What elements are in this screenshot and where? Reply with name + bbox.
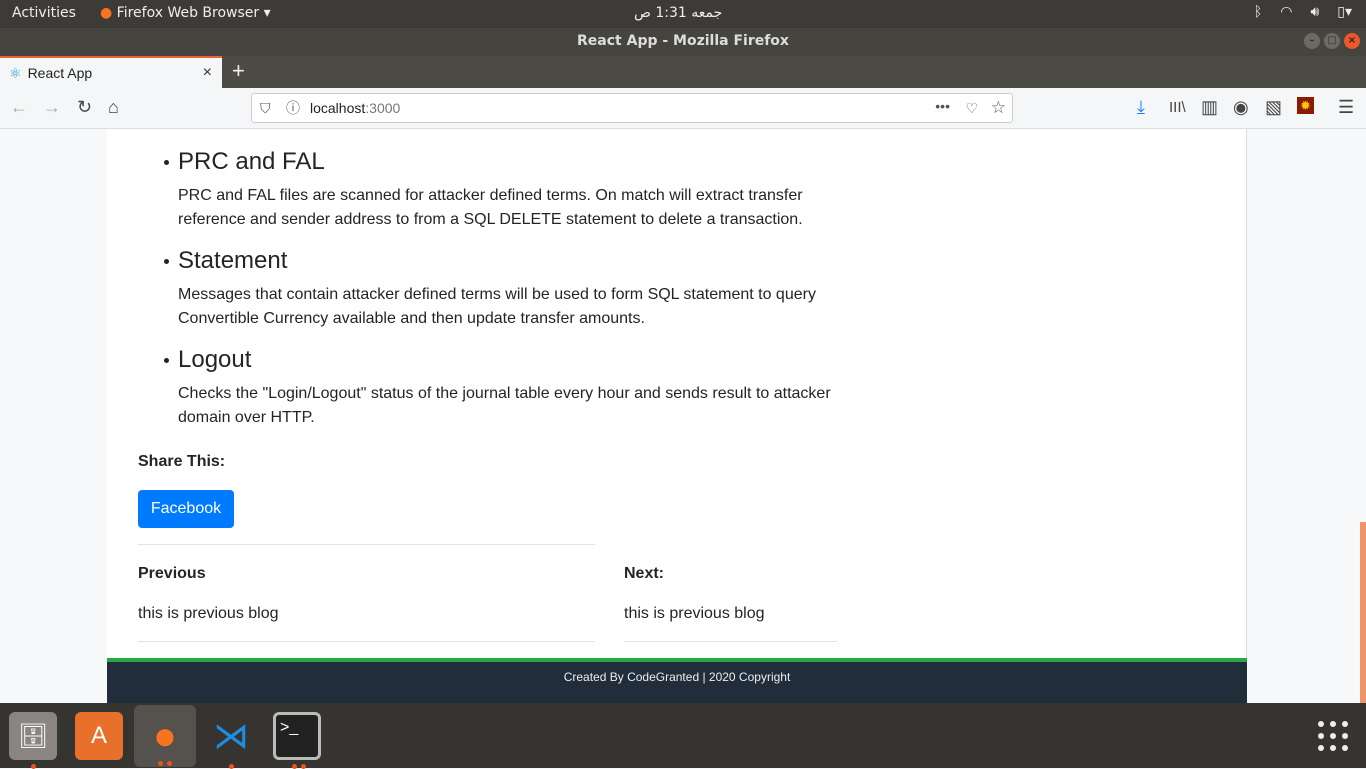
terminal-icon[interactable]: >_: [273, 712, 321, 769]
feature-text: PRC and FAL files are scanned for attack…: [178, 187, 803, 228]
sidebar-icon[interactable]: ▥: [1201, 97, 1218, 118]
footer: Created By CodeGranted | 2020 Copyright: [107, 662, 1247, 703]
wifi-icon[interactable]: ◠: [1280, 4, 1292, 20]
extension-icon[interactable]: ▧: [1265, 97, 1282, 118]
url-port: :3000: [365, 100, 401, 116]
blog-content: PRC and FAL PRC and FAL files are scanned…: [107, 129, 1247, 703]
library-icon[interactable]: III\: [1169, 99, 1186, 116]
menu-icon[interactable]: ☰: [1338, 97, 1354, 118]
share-label: Share This:: [138, 453, 226, 470]
app-menu[interactable]: ● Firefox Web Browser ▾: [100, 5, 271, 21]
maximize-button[interactable]: □: [1324, 33, 1340, 49]
clock[interactable]: جمعه 1:31 ص: [634, 5, 722, 21]
firefox-icon: ●: [100, 5, 113, 21]
system-top-bar: Activities ● Firefox Web Browser ▾ جمعه …: [0, 0, 1366, 28]
software-center-icon[interactable]: A: [75, 712, 123, 760]
feature-item: Statement Messages that contain attacker …: [164, 244, 858, 331]
close-window-button[interactable]: ×: [1344, 33, 1360, 49]
forward-icon[interactable]: →: [43, 97, 61, 118]
feature-text: Messages that contain attacker defined t…: [178, 286, 816, 327]
dock: 🗄︎ A ● ⋊ >_: [0, 703, 1366, 769]
feature-text: Checks the "Login/Logout" status of the …: [178, 385, 831, 426]
window-title: React App - Mozilla Firefox: [577, 33, 789, 49]
next-post-link[interactable]: this is previous blog: [624, 605, 765, 623]
pocket-icon[interactable]: ♡: [965, 94, 978, 122]
feature-item: PRC and FAL PRC and FAL files are scanned…: [164, 145, 858, 232]
divider: [138, 544, 595, 545]
feature-title: Statement: [178, 247, 288, 274]
footer-text: Created By CodeGranted | 2020 Copyright: [563, 670, 791, 684]
battery-icon[interactable]: ▯▾: [1337, 4, 1352, 20]
feature-item: Logout Checks the "Login/Logout" status o…: [164, 343, 858, 430]
vscode-icon[interactable]: ⋊: [207, 712, 255, 769]
show-applications-icon[interactable]: [1318, 721, 1348, 751]
new-tab-button[interactable]: +: [232, 58, 245, 84]
close-tab-icon[interactable]: ×: [203, 64, 212, 82]
scrollbar-thumb[interactable]: [1360, 522, 1366, 703]
facebook-share-button[interactable]: Facebook: [138, 490, 234, 528]
next-label: Next:: [624, 565, 665, 582]
page-viewport: PRC and FAL PRC and FAL files are scanned…: [0, 129, 1366, 703]
shield-icon[interactable]: ⛉: [260, 94, 271, 122]
feature-title: PRC and FAL: [178, 148, 325, 175]
firefox-dock-icon[interactable]: ●: [134, 705, 196, 767]
account-icon[interactable]: ◉: [1233, 97, 1249, 118]
bluetooth-icon[interactable]: ᛒ: [1254, 4, 1262, 20]
feature-list: PRC and FAL PRC and FAL files are scanned…: [164, 145, 858, 442]
tab-label: React App: [27, 65, 93, 81]
downloads-icon[interactable]: ⤓: [1137, 97, 1145, 118]
bookmark-star-icon[interactable]: ☆: [991, 94, 1006, 122]
back-icon[interactable]: ←: [10, 97, 28, 118]
feature-title: Logout: [178, 346, 252, 373]
react-icon: ⚛: [9, 64, 22, 81]
more-icon[interactable]: •••: [935, 92, 950, 120]
extension-gear-icon[interactable]: ✹: [1297, 97, 1314, 114]
divider: [138, 641, 595, 642]
nav-toolbar: ← → ↻ ⌂ ⛉ ⓘ localhost:3000 ••• ♡ ☆ ⤓ III…: [0, 88, 1366, 129]
reload-icon[interactable]: ↻: [77, 97, 92, 118]
activities-button[interactable]: Activities: [12, 5, 76, 21]
files-icon[interactable]: 🗄︎: [9, 712, 57, 769]
minimize-button[interactable]: –: [1304, 33, 1320, 49]
url-host: localhost: [310, 100, 366, 116]
app-menu-label: Firefox Web Browser ▾: [116, 5, 271, 21]
volume-icon[interactable]: 🔊︎: [1310, 4, 1319, 20]
home-icon[interactable]: ⌂: [108, 97, 119, 118]
url-bar[interactable]: ⛉ ⓘ localhost:3000 ••• ♡ ☆: [251, 93, 1013, 123]
tab-bar: ⚛ React App × +: [0, 56, 1366, 88]
divider: [624, 641, 837, 642]
info-icon[interactable]: ⓘ: [286, 94, 300, 122]
previous-post-link[interactable]: this is previous blog: [138, 605, 279, 623]
tab-react-app[interactable]: ⚛ React App ×: [0, 56, 222, 88]
previous-label: Previous: [138, 565, 206, 582]
window-title-bar: React App - Mozilla Firefox – □ ×: [0, 28, 1366, 56]
